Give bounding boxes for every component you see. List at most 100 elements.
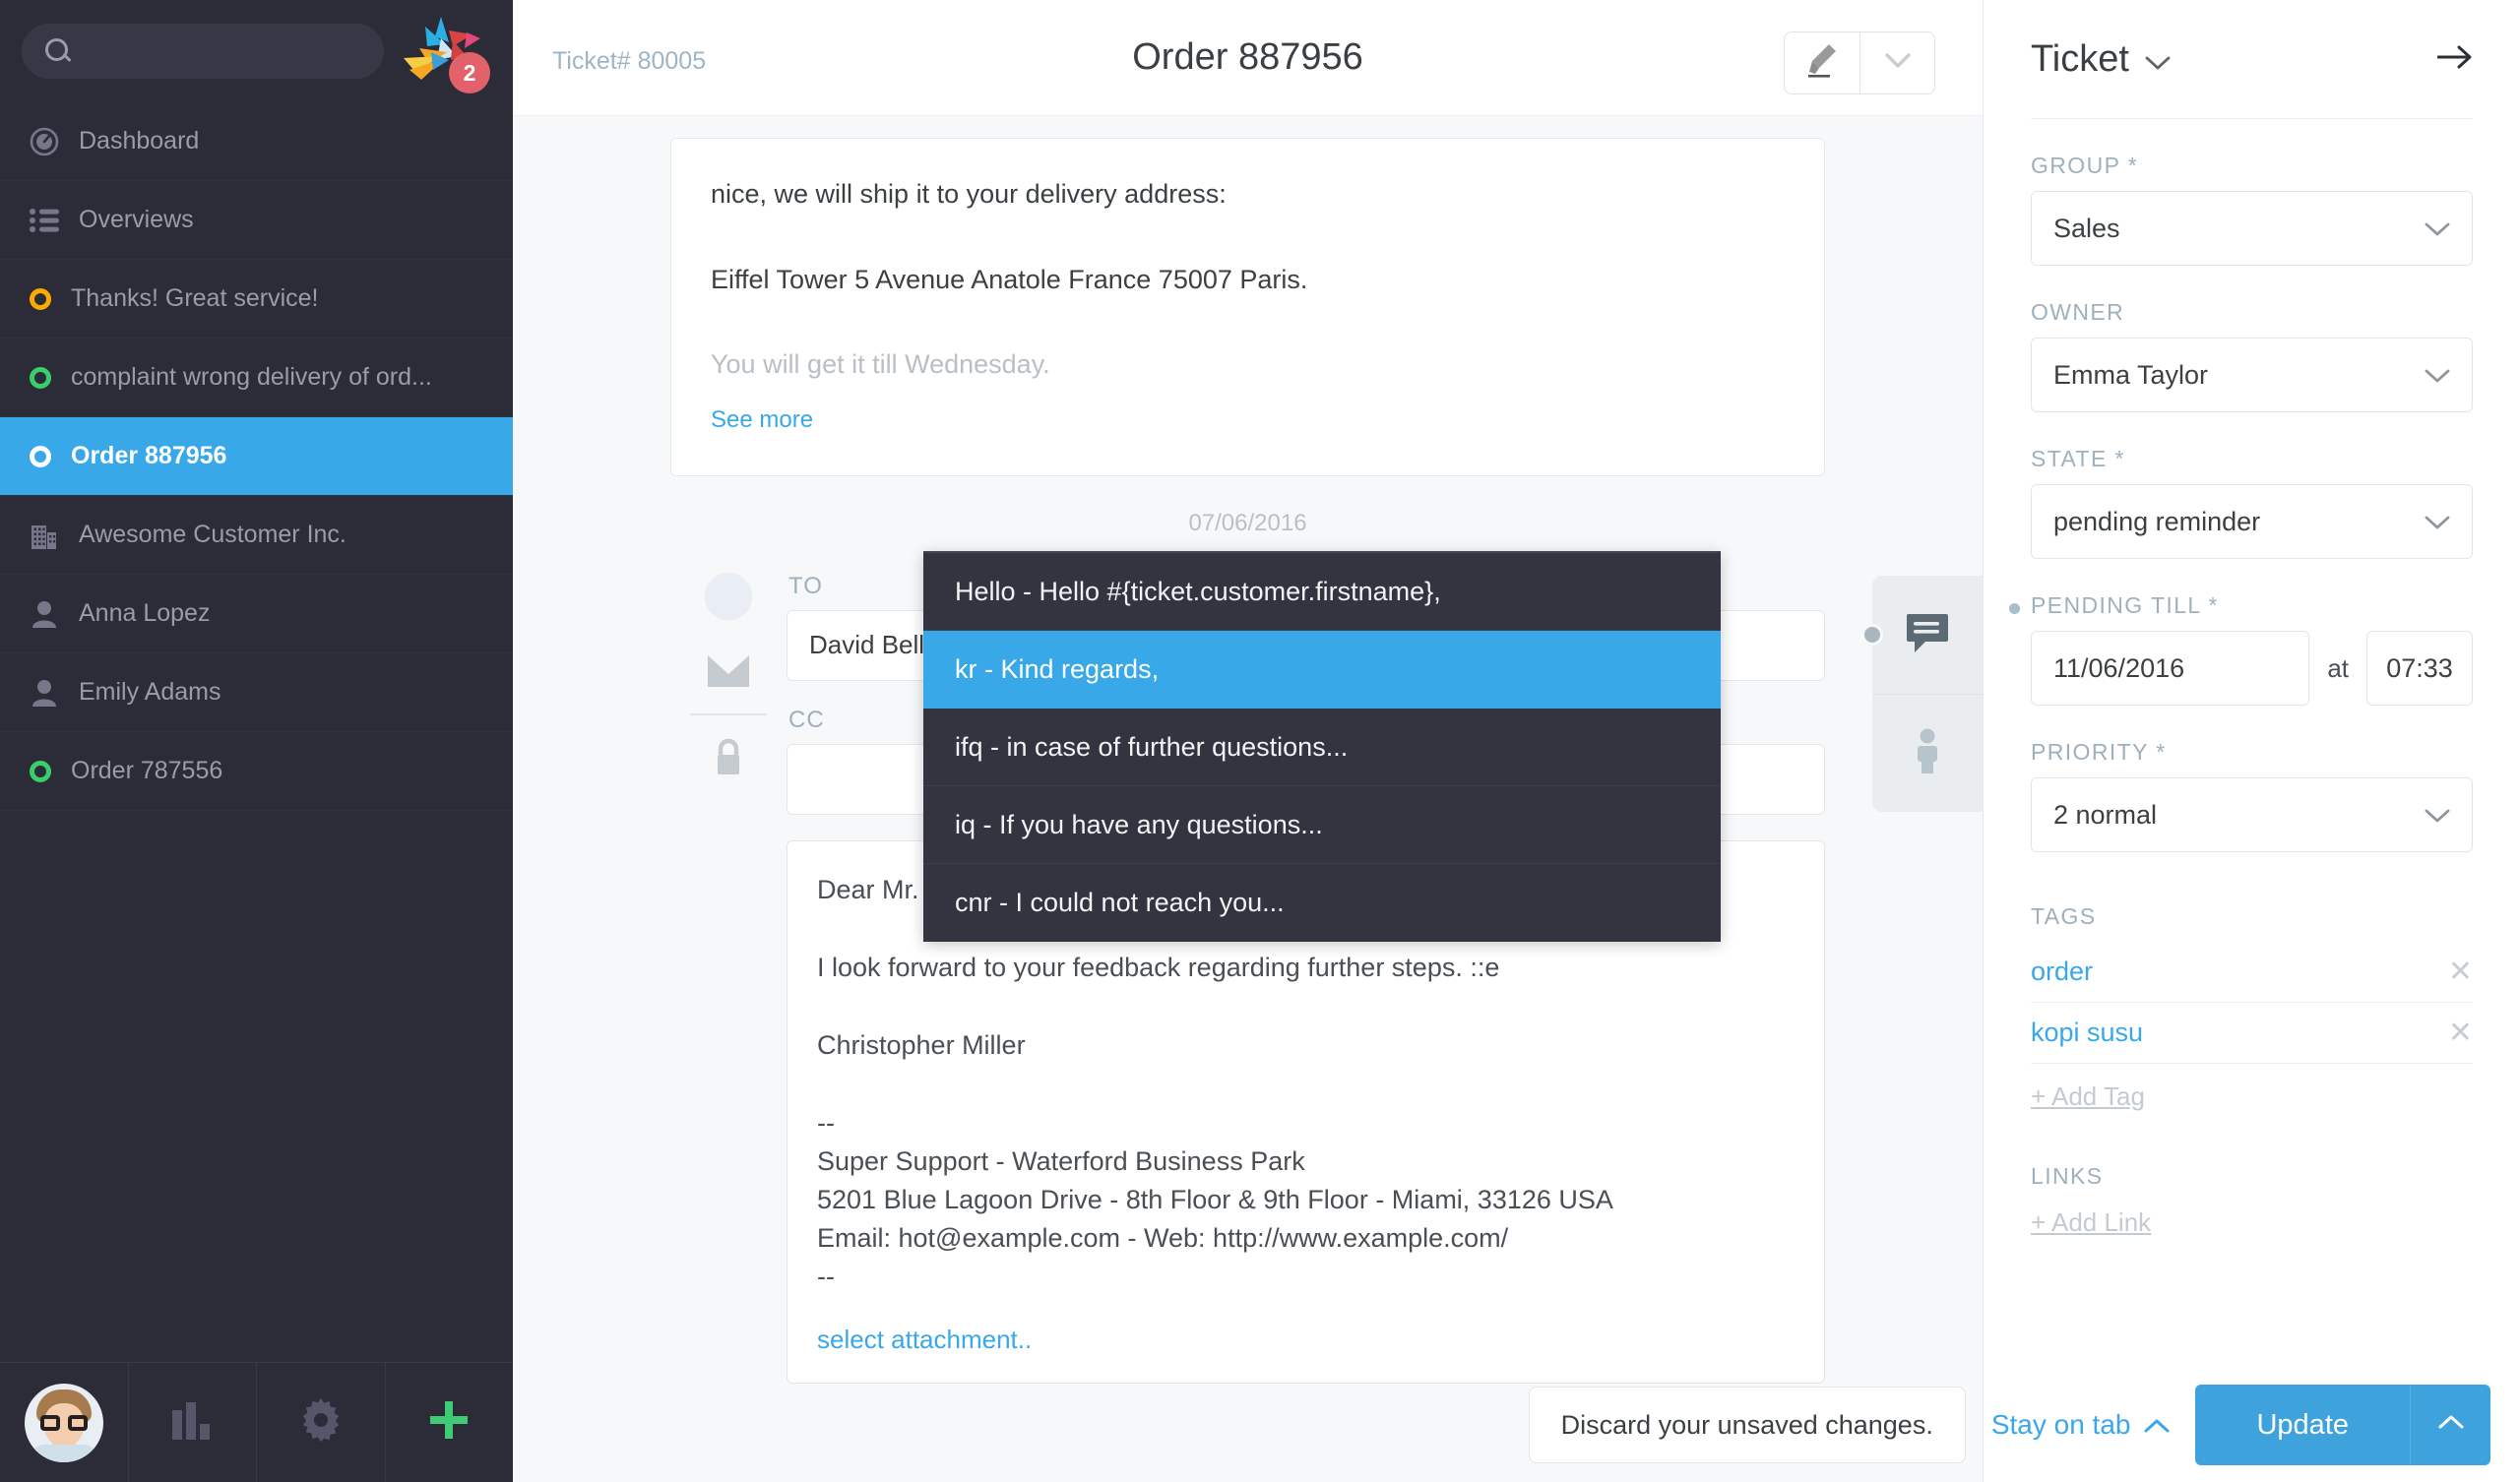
state-dot-icon <box>30 445 51 467</box>
update-dropdown-button[interactable] <box>2410 1385 2490 1465</box>
sidebar-item-thanks-great-service[interactable]: Thanks! Great service! <box>0 260 513 339</box>
tag-item[interactable]: kopi susu ✕ <box>2031 1003 2473 1064</box>
notification-badge[interactable]: 2 <box>449 52 490 93</box>
right-sidebar-header: Ticket <box>2031 0 2473 118</box>
chevron-down-icon <box>2425 360 2450 391</box>
right-sidebar-title: Ticket <box>2031 37 2129 80</box>
avatar <box>704 572 753 620</box>
tag-name[interactable]: order <box>2031 957 2093 987</box>
group-select[interactable]: Sales <box>2031 191 2473 266</box>
add-tag-link[interactable]: + Add Tag <box>2031 1081 2473 1112</box>
state-dot-icon <box>30 287 51 310</box>
person-icon <box>30 678 59 708</box>
chevron-up-icon <box>2438 1415 2464 1435</box>
chevron-down-icon <box>2425 800 2450 831</box>
select-attachment-link[interactable]: select attachment.. <box>817 1325 1032 1355</box>
app-logo[interactable]: 2 <box>396 13 490 93</box>
pending-date-input[interactable]: 11/06/2016 <box>2031 631 2310 706</box>
close-icon[interactable]: ✕ <box>2448 957 2473 987</box>
sidebar-item-label: Dashboard <box>79 127 200 154</box>
person-icon <box>30 599 59 629</box>
owner-label: OWNER <box>2031 299 2125 325</box>
ticket-tab[interactable] <box>1872 576 1983 694</box>
sidebar-item-overviews[interactable]: Overviews <box>0 181 513 260</box>
sidebar-item-anna-lopez[interactable]: Anna Lopez <box>0 575 513 653</box>
add-link-link[interactable]: + Add Link <box>2031 1207 2473 1238</box>
customer-tab[interactable] <box>1872 694 1983 812</box>
chevron-down-icon <box>2425 214 2450 244</box>
group-value: Sales <box>2053 213 2120 243</box>
body-signature-line-2: 5201 Blue Lagoon Drive - 8th Floor & 9th… <box>817 1185 1613 1215</box>
update-button[interactable]: Update <box>2195 1385 2410 1465</box>
settings-button[interactable] <box>257 1363 386 1482</box>
owner-value: Emma Taylor <box>2053 359 2209 390</box>
sidebar-item-label: Emily Adams <box>79 678 221 706</box>
body-separator-top: -- <box>817 1107 835 1138</box>
text-module-option[interactable]: cnr - I could not reach you... <box>923 864 1721 942</box>
arrow-right-icon[interactable] <box>2436 44 2473 75</box>
body-separator-bottom: -- <box>817 1262 835 1292</box>
discard-changes-button[interactable]: Discard your unsaved changes. <box>1528 1387 1966 1463</box>
speech-bubble-icon <box>1905 612 1950 658</box>
pending-till-row: 11/06/2016 at 07:33 <box>2031 631 2473 706</box>
sidebar-item-complaint-wrong-delivery[interactable]: complaint wrong delivery of ord... <box>0 339 513 417</box>
sidebar-bottom-bar <box>0 1362 513 1482</box>
reports-button[interactable] <box>129 1363 257 1482</box>
sidebar-item-emily-adams[interactable]: Emily Adams <box>0 653 513 732</box>
stay-on-tab-button[interactable]: Stay on tab <box>1991 1409 2171 1441</box>
text-module-option[interactable]: ifq - in case of further questions... <box>923 709 1721 786</box>
tag-item[interactable]: order ✕ <box>2031 942 2473 1003</box>
right-sidebar: Ticket GROUP * Sales OWNER Emma Taylor S… <box>1984 0 2520 1482</box>
body-signer: Christopher Miller <box>817 1029 1026 1060</box>
sidebar-item-dashboard[interactable]: Dashboard <box>0 102 513 181</box>
state-select[interactable]: pending reminder <box>2031 484 2473 559</box>
mail-icon[interactable] <box>708 654 749 692</box>
gear-icon <box>299 1398 343 1447</box>
sidebar-top-bar: 2 <box>0 0 513 102</box>
divider <box>2031 118 2473 119</box>
tag-name[interactable]: kopi susu <box>2031 1018 2143 1048</box>
body-signature-line-1: Super Support - Waterford Business Park <box>817 1146 1305 1177</box>
tags-label: TAGS <box>2031 903 2097 929</box>
new-button[interactable] <box>386 1363 514 1482</box>
sidebar-item-order-887956[interactable]: Order 887956 <box>0 417 513 496</box>
active-tab-indicator <box>1861 624 1883 646</box>
header-dropdown-button[interactable] <box>1859 32 1934 93</box>
lock-icon[interactable] <box>712 737 745 781</box>
highlight-button[interactable] <box>1785 32 1859 93</box>
left-sidebar: 2 Dashboard Overviews Thanks! Great serv… <box>0 0 513 1482</box>
building-icon <box>30 521 59 550</box>
state-label: STATE * <box>2031 446 2125 471</box>
search-icon <box>43 36 73 66</box>
chevron-down-icon[interactable] <box>2145 38 2171 81</box>
search-input[interactable] <box>83 37 388 65</box>
text-module-option[interactable]: Hello - Hello #{ticket.customer.firstnam… <box>923 553 1721 631</box>
see-more-link[interactable]: See more <box>711 406 813 433</box>
text-module-option[interactable]: iq - If you have any questions... <box>923 786 1721 864</box>
text-module-option-selected[interactable]: kr - Kind regards, <box>923 631 1721 709</box>
avatar <box>24 1383 103 1462</box>
right-sidebar-title-group[interactable]: Ticket <box>2031 38 2171 81</box>
page-title: Order 887956 <box>1132 36 1363 78</box>
zammad-ticket-app: 2 Dashboard Overviews Thanks! Great serv… <box>0 0 2520 1482</box>
sidebar-item-label: Awesome Customer Inc. <box>79 521 346 548</box>
text-module-dropdown[interactable]: Hello - Hello #{ticket.customer.firstnam… <box>923 551 1721 942</box>
priority-select[interactable]: 2 normal <box>2031 777 2473 852</box>
sidebar-item-label: Anna Lopez <box>79 599 211 627</box>
compose-rail <box>670 572 787 1384</box>
sidebar-item-label: Thanks! Great service! <box>71 284 319 312</box>
sidebar-item-order-787556[interactable]: Order 787556 <box>0 732 513 811</box>
owner-select[interactable]: Emma Taylor <box>2031 338 2473 412</box>
header-button-group <box>1784 31 1935 94</box>
sidebar-item-awesome-customer-inc[interactable]: Awesome Customer Inc. <box>0 496 513 575</box>
ticket-header: Ticket# 80005 Order 887956 <box>513 0 1983 116</box>
search-box[interactable] <box>22 24 388 79</box>
chevron-down-icon <box>2425 507 2450 537</box>
state-dot-icon <box>30 760 51 782</box>
pending-time-input[interactable]: 07:33 <box>2366 631 2473 706</box>
divider <box>690 712 767 715</box>
user-avatar-button[interactable] <box>0 1363 129 1482</box>
person-icon <box>1910 728 1945 778</box>
sidebar-item-label: complaint wrong delivery of ord... <box>71 363 432 391</box>
close-icon[interactable]: ✕ <box>2448 1018 2473 1048</box>
